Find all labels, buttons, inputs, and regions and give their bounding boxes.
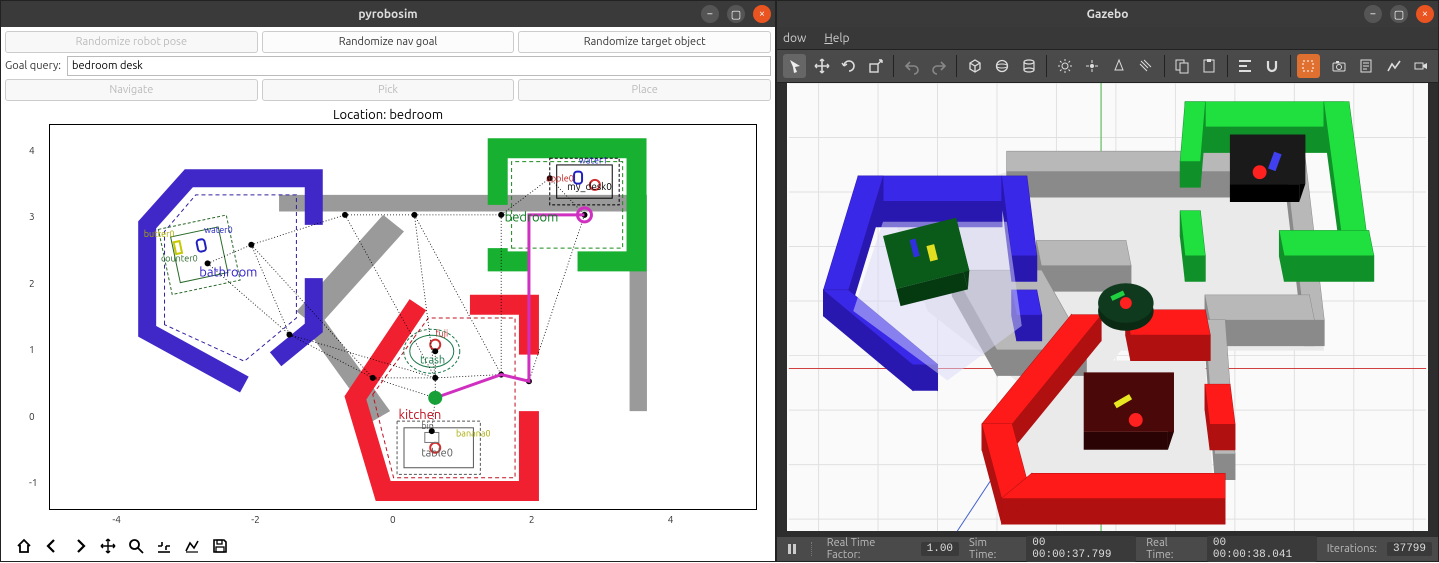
close-icon[interactable]: × <box>1416 5 1434 23</box>
simtime-value: 00 00:00:37.799 <box>1026 536 1136 562</box>
pan-icon[interactable] <box>99 537 117 555</box>
gazebo-titlebar[interactable]: Gazebo − ▢ × <box>777 1 1438 27</box>
gazebo-statusbar: Real Time Factor: 1.00 Sim Time: 00 00:0… <box>777 537 1438 561</box>
iter-label: Iterations: <box>1327 543 1377 555</box>
rtf-label: Real Time Factor: <box>827 537 911 561</box>
randomize-pose-button[interactable]: Randomize robot pose <box>5 31 258 53</box>
plot-area[interactable]: Location: bedroom bathroom bedroom kitchen… <box>5 104 771 533</box>
svg-text:my_desk0: my_desk0 <box>567 181 612 192</box>
copy-icon[interactable] <box>1171 54 1194 78</box>
svg-text:counter0: counter0 <box>161 253 198 263</box>
box-shape-icon[interactable] <box>963 54 986 78</box>
close-icon[interactable]: × <box>753 5 771 23</box>
align-icon[interactable] <box>1234 54 1257 78</box>
minimize-icon[interactable]: − <box>701 5 719 23</box>
realtime-label: Real Time: <box>1146 537 1197 561</box>
iter-value: 37799 <box>1387 542 1432 556</box>
snap-icon[interactable] <box>1261 54 1284 78</box>
record-icon[interactable] <box>1409 54 1432 78</box>
save-icon[interactable] <box>211 537 229 555</box>
pyrobosim-window: pyrobosim − ▢ × Randomize robot pose Ran… <box>0 0 776 562</box>
gazebo-viewport[interactable] <box>787 83 1428 531</box>
zoom-icon[interactable] <box>127 537 145 555</box>
point-light-icon[interactable] <box>1080 54 1103 78</box>
svg-text:bedroom: bedroom <box>505 211 559 225</box>
back-icon[interactable] <box>43 537 61 555</box>
rtf-value: 1.00 <box>921 542 959 556</box>
selection-icon[interactable] <box>1297 54 1320 78</box>
gazebo-title: Gazebo <box>1087 8 1129 21</box>
undo-icon[interactable] <box>900 54 923 78</box>
axes-box: bathroom bedroom kitchen counter0 butter0 wat… <box>49 124 757 510</box>
goal-query-label: Goal query: <box>5 60 61 72</box>
svg-text:bin: bin <box>421 421 434 431</box>
svg-text:table0: table0 <box>421 447 453 459</box>
world-svg: bathroom bedroom kitchen counter0 butter0 wat… <box>50 125 758 511</box>
paste-icon[interactable] <box>1198 54 1221 78</box>
forward-icon[interactable] <box>71 537 89 555</box>
minimize-icon[interactable]: − <box>1364 5 1382 23</box>
goal-query-input[interactable] <box>67 56 771 76</box>
gazebo-toolbar <box>777 49 1438 83</box>
svg-text:trash: trash <box>420 354 445 366</box>
gazebo-scene <box>787 83 1428 531</box>
directional-light-icon[interactable] <box>1135 54 1158 78</box>
plot-title: Location: bedroom <box>333 108 443 122</box>
maximize-icon[interactable]: ▢ <box>727 5 745 23</box>
menu-help[interactable]: Help <box>824 32 849 45</box>
pause-icon[interactable] <box>783 540 801 558</box>
svg-text:butter0: butter0 <box>144 229 175 239</box>
scale-icon[interactable] <box>864 54 887 78</box>
sun-icon[interactable] <box>1053 54 1076 78</box>
svg-text:banana0: banana0 <box>456 428 491 438</box>
gazebo-menubar: dow Help <box>777 27 1438 49</box>
pyrobosim-body: Randomize robot pose Randomize nav goal … <box>1 27 775 561</box>
svg-text:apple0: apple0 <box>546 174 574 184</box>
rotate-icon[interactable] <box>837 54 860 78</box>
simtime-label: Sim Time: <box>969 537 1016 561</box>
mpl-toolbar <box>5 533 771 559</box>
randomize-obj-button[interactable]: Randomize target object <box>518 31 771 53</box>
spot-light-icon[interactable] <box>1108 54 1131 78</box>
log-icon[interactable] <box>1355 54 1378 78</box>
pick-button[interactable]: Pick <box>262 79 515 101</box>
figopts-icon[interactable] <box>183 537 201 555</box>
move-icon[interactable] <box>810 54 833 78</box>
randomize-nav-button[interactable]: Randomize nav goal <box>262 31 515 53</box>
subplots-icon[interactable] <box>155 537 173 555</box>
maximize-icon[interactable]: ▢ <box>1390 5 1408 23</box>
sphere-shape-icon[interactable] <box>990 54 1013 78</box>
cylinder-shape-icon[interactable] <box>1017 54 1040 78</box>
pyrobosim-title: pyrobosim <box>358 8 417 21</box>
plot-icon[interactable] <box>1382 54 1405 78</box>
svg-text:fuji: fuji <box>435 329 448 339</box>
gazebo-window: Gazebo − ▢ × dow Help <box>776 0 1439 562</box>
redo-icon[interactable] <box>927 54 950 78</box>
svg-text:kitchen: kitchen <box>398 408 441 422</box>
pyrobosim-titlebar[interactable]: pyrobosim − ▢ × <box>1 1 775 27</box>
place-button[interactable]: Place <box>518 79 771 101</box>
svg-text:water1: water1 <box>579 156 608 166</box>
home-icon[interactable] <box>15 537 33 555</box>
camera-icon[interactable] <box>1328 54 1351 78</box>
arrow-icon[interactable] <box>783 54 806 78</box>
menu-window[interactable]: dow <box>783 32 806 45</box>
navigate-button[interactable]: Navigate <box>5 79 258 101</box>
svg-text:bathroom: bathroom <box>199 266 257 280</box>
svg-text:water0: water0 <box>204 225 233 235</box>
realtime-value: 00 00:00:38.041 <box>1207 536 1317 562</box>
